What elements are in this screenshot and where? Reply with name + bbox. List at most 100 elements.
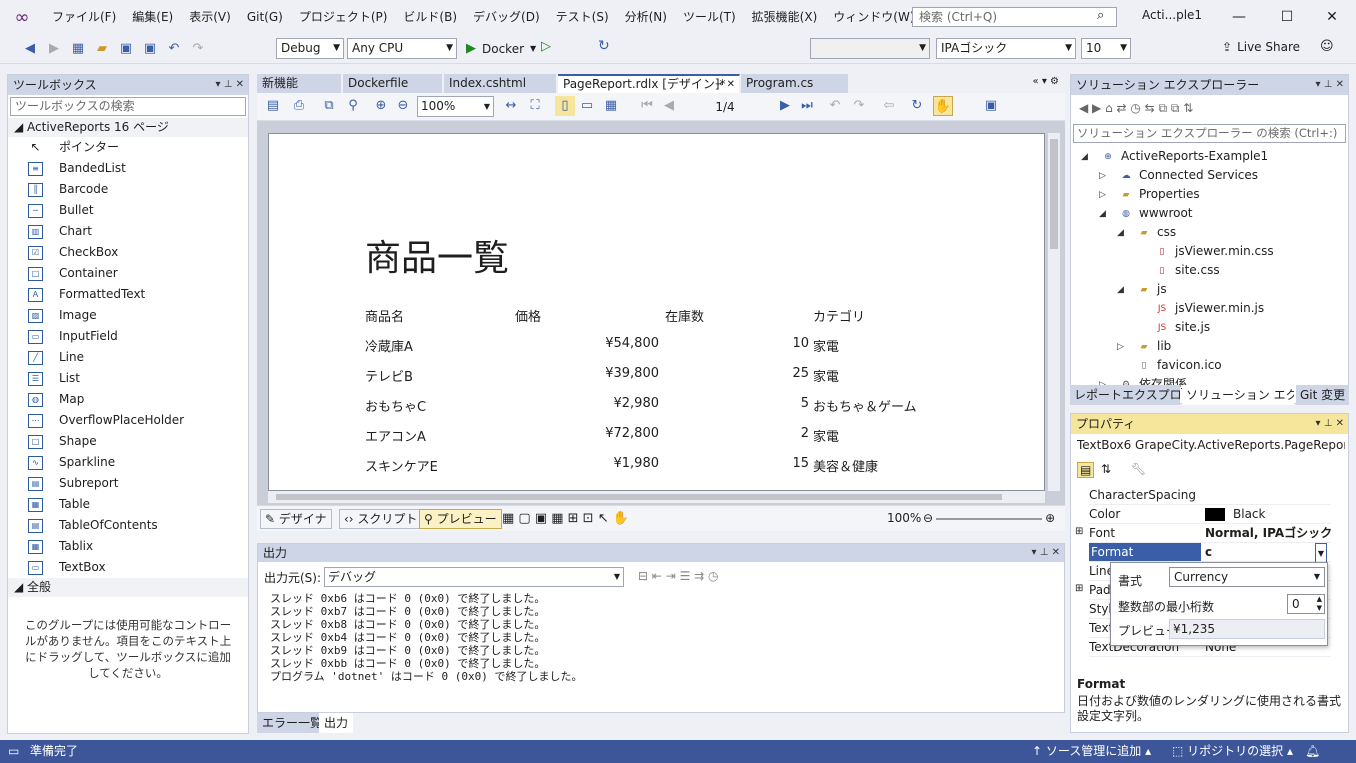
- toolbox-item[interactable]: ▨ Image: [8, 305, 248, 326]
- property-value[interactable]: [1201, 486, 1331, 504]
- toolbox-item[interactable]: ▦ Table: [8, 494, 248, 515]
- tree-node[interactable]: JS jsViewer.min.js: [1155, 299, 1264, 318]
- blank-select[interactable]: ▼: [810, 38, 930, 59]
- expand-icon[interactable]: ◢: [1099, 209, 1106, 219]
- property-row[interactable]: CharacterSpacing: [1089, 486, 1331, 505]
- property-row[interactable]: Color Black: [1089, 505, 1331, 524]
- tree-node[interactable]: ⊕ ActiveReports-Example1: [1101, 147, 1268, 166]
- alphabetical-icon[interactable]: ⇅: [1101, 462, 1111, 476]
- toolbox-item[interactable]: □ Container: [8, 263, 248, 284]
- zoom-slider[interactable]: ⊖ ⊕: [923, 511, 1055, 525]
- tree-node[interactable]: ▯ site.css: [1155, 261, 1220, 280]
- panel-controls-icon[interactable]: ▾ ⊥ ✕: [1032, 544, 1060, 562]
- toolbox-item[interactable]: ║ Barcode: [8, 179, 248, 200]
- menu-item[interactable]: 拡張機能(X): [744, 0, 826, 34]
- tab-menu-icon[interactable]: « ▾ ⚙: [1033, 76, 1059, 87]
- new-project-icon[interactable]: ▦: [68, 39, 88, 59]
- tab-error-list[interactable]: エラー一覧: [257, 713, 328, 733]
- menu-item[interactable]: ツール(T): [675, 0, 744, 34]
- categorized-icon[interactable]: ▤: [1077, 462, 1095, 478]
- menu-item[interactable]: ウィンドウ(W): [825, 0, 922, 34]
- multipage-icon[interactable]: ▦: [601, 96, 621, 116]
- forward-icon[interactable]: ▶: [44, 39, 64, 59]
- expand-icon[interactable]: ▷: [1099, 171, 1106, 181]
- grid-icon[interactable]: ▦ ▢ ▣ ▦ ⊞ ⊡ ↖ ✋: [502, 511, 629, 526]
- expand-icon[interactable]: ▷: [1099, 190, 1106, 200]
- spin-icon[interactable]: ▲ ▼: [1317, 595, 1322, 613]
- tree-node[interactable]: ◍ wwwroot: [1119, 204, 1192, 223]
- back-icon[interactable]: ◀: [20, 39, 40, 59]
- tree-node[interactable]: ▰ Properties: [1119, 185, 1200, 204]
- object-selector[interactable]: TextBox6 GrapeCity.ActiveReports.PageRep…: [1077, 438, 1345, 452]
- horizontal-scrollbar[interactable]: [268, 491, 1045, 503]
- undo-icon[interactable]: ↶: [164, 39, 184, 59]
- minimize-button[interactable]: —: [1220, 4, 1258, 30]
- toolbox-item[interactable]: ▥ Chart: [8, 221, 248, 242]
- menu-item[interactable]: ビルド(B): [395, 0, 465, 34]
- solution-toolbar-icon[interactable]: ◀ ▶ ⌂ ⇄ ◷ ⇆ ⧉ ⧉ ⇅: [1079, 101, 1193, 116]
- feedback-icon[interactable]: ☺: [1320, 39, 1334, 54]
- tab-git-changes[interactable]: Git 変更: [1296, 385, 1349, 405]
- expand-icon[interactable]: ⊞: [1075, 583, 1083, 594]
- tree-node[interactable]: JS site.js: [1155, 318, 1210, 337]
- single-page-icon[interactable]: ▯: [555, 96, 575, 116]
- close-icon[interactable]: ⊸ ✕: [715, 76, 735, 93]
- tree-node[interactable]: ▰ js: [1137, 280, 1167, 299]
- tab-index[interactable]: Index.cshtml: [444, 74, 557, 93]
- decimals-stepper[interactable]: 0 ▲ ▼: [1287, 594, 1325, 614]
- vs-logo-icon[interactable]: ∞: [0, 7, 44, 28]
- tree-node[interactable]: ▰ lib: [1137, 337, 1172, 356]
- repo-button[interactable]: ⬚ リポジトリの選択 ▴: [1172, 740, 1293, 763]
- redo-icon[interactable]: ↷: [188, 39, 208, 59]
- output-source-select[interactable]: デバッグ ▼: [324, 567, 624, 587]
- expand-icon[interactable]: ◢: [1117, 285, 1124, 295]
- toolbox-item[interactable]: ⋯ OverflowPlaceHolder: [8, 410, 248, 431]
- menu-item[interactable]: ファイル(F): [44, 0, 124, 34]
- last-page-icon[interactable]: ⏭: [797, 96, 817, 116]
- menu-item[interactable]: 分析(N): [617, 0, 675, 34]
- fit-page-icon[interactable]: ⛶: [525, 96, 545, 116]
- toolbox-item[interactable]: ▤ TableOfContents: [8, 515, 248, 536]
- config-select[interactable]: Debug ▼: [276, 38, 344, 59]
- toolbox-item[interactable]: ▤ Subreport: [8, 473, 248, 494]
- tab-program[interactable]: Program.cs: [741, 74, 849, 93]
- save-all-icon[interactable]: ▣: [140, 39, 160, 59]
- menu-item[interactable]: 表示(V): [181, 0, 239, 34]
- toolbox-item[interactable]: ◍ Map: [8, 389, 248, 410]
- copy-icon[interactable]: ⧉: [319, 96, 339, 116]
- output-tools-icon[interactable]: ⊟ ⇤ ⇥ ☰ ⇉ ◷: [638, 569, 719, 583]
- toolbox-item[interactable]: ─ Bullet: [8, 200, 248, 221]
- save-icon[interactable]: ▣: [116, 39, 136, 59]
- font-size-select[interactable]: 10 ▼: [1081, 38, 1131, 59]
- run-button[interactable]: ▶ Docker ▼: [466, 38, 536, 59]
- tab-output[interactable]: 出力: [319, 713, 354, 733]
- pan-icon[interactable]: ✋: [933, 96, 953, 116]
- maximize-button[interactable]: ☐: [1268, 4, 1306, 30]
- bell-icon[interactable]: 🔔︎: [1305, 740, 1320, 763]
- property-value[interactable]: Normal, IPAゴシック, 10pt: [1201, 524, 1331, 542]
- panel-controls-icon[interactable]: ▾ ⊥ ✕: [1316, 75, 1344, 95]
- designer-tab[interactable]: ✎ デザイナ: [260, 509, 332, 529]
- toolbox-item[interactable]: Ａ FormattedText: [8, 284, 248, 305]
- zoom-in-icon[interactable]: ⊕: [371, 96, 391, 116]
- tree-node[interactable]: ▯ favicon.ico: [1137, 356, 1222, 375]
- refresh-icon[interactable]: ↻: [598, 38, 610, 54]
- wrench-icon[interactable]: 🔧︎: [1131, 462, 1146, 476]
- toolbox-item[interactable]: ╱ Line: [8, 347, 248, 368]
- continuous-icon[interactable]: ▭: [577, 96, 597, 116]
- toolbox-item[interactable]: ▭ TextBox: [8, 557, 248, 578]
- forward-icon[interactable]: ↷: [849, 96, 869, 116]
- tab-pagereport[interactable]: PageReport.rdlx [デザイン]* ⊸ ✕: [558, 74, 740, 93]
- toc-icon[interactable]: ▤: [263, 96, 283, 116]
- preview-tab[interactable]: ⚲ プレビュー: [419, 509, 502, 529]
- prev-page-icon[interactable]: ◀: [659, 96, 679, 116]
- tab-report-explorer[interactable]: レポートエクスプローラー: [1070, 385, 1180, 405]
- zoom-select[interactable]: 100% ▼: [417, 96, 494, 117]
- panel-controls-icon[interactable]: ▾ ⊥ ✕: [216, 75, 244, 95]
- search-input[interactable]: 検索 (Ctrl+Q): [912, 7, 1117, 27]
- parent-report-icon[interactable]: ⇦: [879, 96, 899, 116]
- galley-icon[interactable]: ▣: [981, 96, 1001, 116]
- property-value[interactable]: Black: [1201, 505, 1331, 523]
- platform-select[interactable]: Any CPU ▼: [347, 38, 457, 59]
- expand-icon[interactable]: ◢: [1117, 228, 1124, 238]
